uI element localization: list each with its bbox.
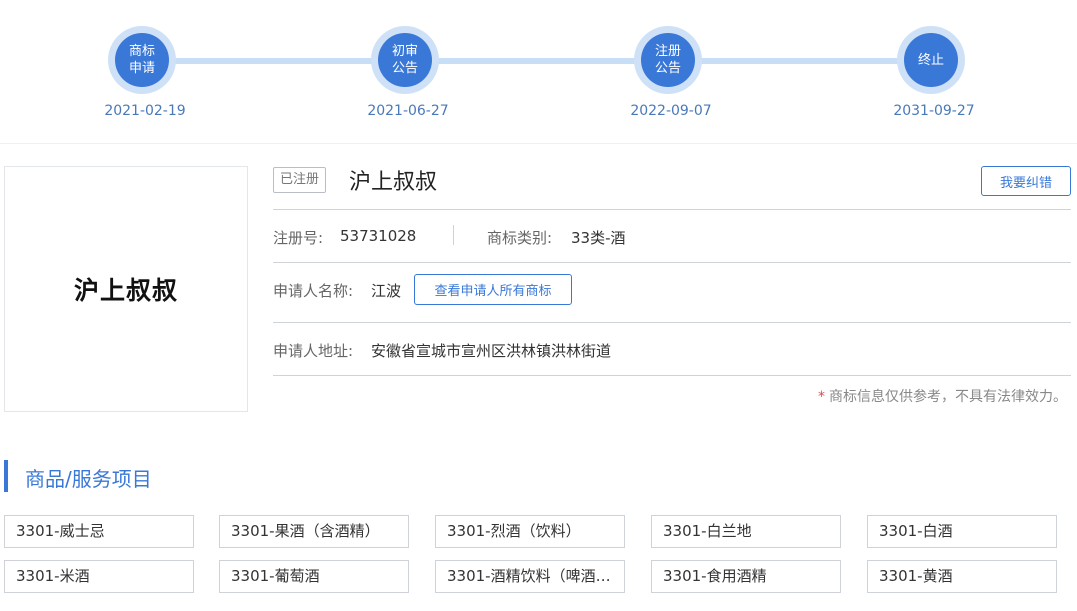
- progress-timeline: 商标 申请 2021-02-19 初审 公告 2021-06-27 注册 公告 …: [0, 0, 1077, 144]
- goods-item: 3301-酒精饮料（啤酒除外）: [435, 560, 625, 593]
- timeline-node-termination: 终止: [897, 26, 965, 94]
- view-all-trademarks-button[interactable]: 查看申请人所有商标: [414, 274, 572, 305]
- timeline-node-preliminary: 初审 公告: [371, 26, 439, 94]
- category-value: 33类-酒: [571, 229, 626, 247]
- divider: [273, 209, 1071, 210]
- timeline-node-label: 商标 申请: [115, 33, 169, 87]
- timeline-node-label: 注册 公告: [641, 33, 695, 87]
- divider: [273, 375, 1071, 376]
- divider: [453, 225, 454, 245]
- trademark-logo-text: 沪上叔叔: [73, 276, 178, 305]
- section-accent-bar: [4, 460, 8, 492]
- category-label: 商标类别:: [487, 229, 553, 247]
- disclaimer: * 商标信息仅供参考，不具有法律效力。: [818, 386, 1067, 406]
- trademark-name: 沪上叔叔: [349, 170, 438, 195]
- required-star: *: [818, 389, 825, 405]
- goods-item: 3301-白酒: [867, 515, 1057, 548]
- timeline-date-termination: 2031-09-27: [893, 103, 975, 119]
- divider: [273, 322, 1071, 323]
- timeline-date-registration: 2022-09-07: [630, 103, 712, 119]
- reg-no-value: 53731028: [340, 227, 417, 245]
- disclaimer-text: 商标信息仅供参考，不具有法律效力。: [829, 389, 1067, 405]
- applicant-value: 江波: [371, 282, 402, 300]
- address-value: 安徽省宣城市宣州区洪林镇洪林街道: [371, 342, 612, 360]
- timeline-date-apply: 2021-02-19: [104, 103, 186, 119]
- timeline-date-preliminary: 2021-06-27: [367, 103, 449, 119]
- timeline-node-label: 终止: [904, 33, 958, 87]
- timeline-line: [145, 58, 935, 64]
- goods-item: 3301-果酒（含酒精）: [219, 515, 409, 548]
- goods-item: 3301-黄酒: [867, 560, 1057, 593]
- goods-item: 3301-烈酒（饮料）: [435, 515, 625, 548]
- trademark-logo-image: 沪上叔叔: [4, 166, 248, 412]
- goods-item: 3301-白兰地: [651, 515, 841, 548]
- goods-item: 3301-威士忌: [4, 515, 194, 548]
- timeline-node-apply: 商标 申请: [108, 26, 176, 94]
- goods-item: 3301-葡萄酒: [219, 560, 409, 593]
- applicant-label: 申请人名称:: [273, 282, 354, 300]
- divider: [273, 262, 1071, 263]
- timeline-node-registration: 注册 公告: [634, 26, 702, 94]
- address-label: 申请人地址:: [273, 342, 354, 360]
- goods-item: 3301-米酒: [4, 560, 194, 593]
- report-error-button[interactable]: 我要纠错: [981, 166, 1071, 196]
- status-badge: 已注册: [273, 167, 327, 193]
- section-title: 商品/服务项目: [25, 467, 152, 491]
- goods-item: 3301-食用酒精: [651, 560, 841, 593]
- reg-no-label: 注册号:: [273, 229, 324, 247]
- timeline-node-label: 初审 公告: [378, 33, 432, 87]
